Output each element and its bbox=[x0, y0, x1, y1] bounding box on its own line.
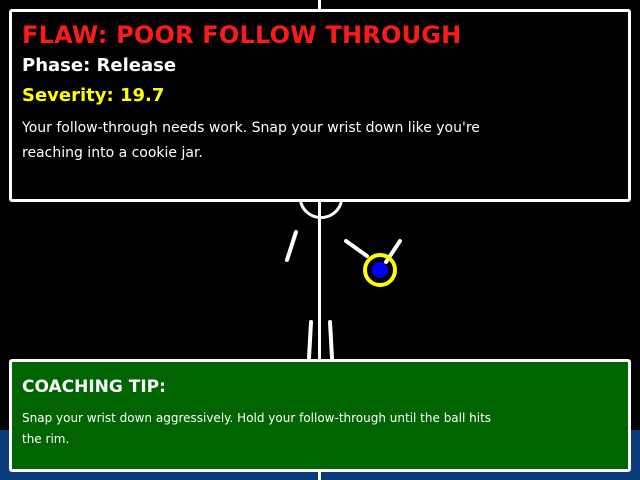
game-screen: FLAW: POOR FOLLOW THROUGH Phase: Release… bbox=[0, 0, 640, 480]
figure-left-leg bbox=[307, 320, 313, 360]
figure-right-upper-arm bbox=[344, 239, 369, 258]
basketball bbox=[372, 262, 388, 278]
coaching-tip-heading: COACHING TIP: bbox=[22, 377, 166, 397]
figure-left-arm bbox=[285, 230, 298, 262]
flaw-title: FLAW: POOR FOLLOW THROUGH bbox=[22, 21, 462, 49]
coaching-tip-panel: COACHING TIP: Snap your wrist down aggre… bbox=[9, 359, 631, 472]
flaw-description: Your follow-through needs work. Snap you… bbox=[22, 120, 480, 161]
coaching-tip-text: Snap your wrist down aggressively. Hold … bbox=[22, 411, 492, 446]
figure-head bbox=[299, 201, 343, 220]
flaw-phase: Phase: Release bbox=[22, 55, 177, 76]
figure-right-leg bbox=[328, 320, 334, 360]
flaw-severity: Severity: 19.7 bbox=[22, 85, 165, 106]
flaw-panel: FLAW: POOR FOLLOW THROUGH Phase: Release… bbox=[9, 9, 631, 202]
